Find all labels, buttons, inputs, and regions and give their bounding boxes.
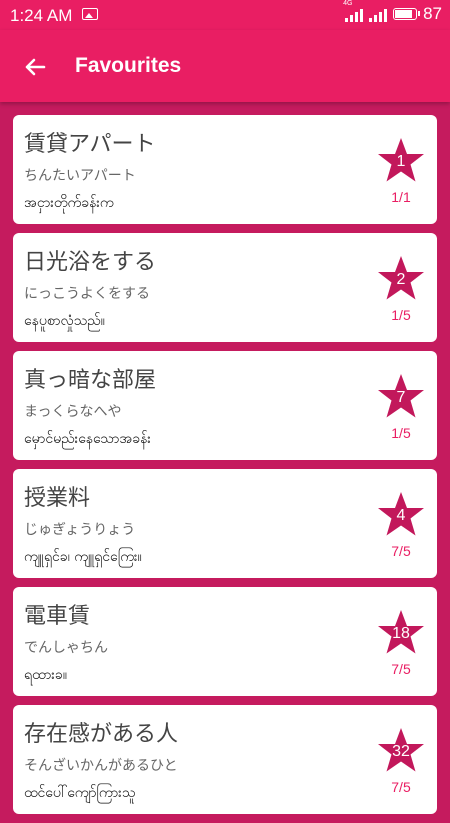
favourite-ratio: 1/1: [391, 189, 411, 205]
kana-text: そんざいかんがあるひと: [24, 758, 178, 774]
kana-text: にっこうよくをする: [24, 286, 150, 302]
kanji-text: 電車賃: [24, 604, 91, 629]
kana-text: ちんたいアパート: [24, 168, 136, 184]
favourite-ratio: 7/5: [391, 661, 411, 677]
favourite-card[interactable]: 日光浴をするにっこうよくをする နေပူစာလှုံသည်။ 2 1/5: [13, 233, 437, 342]
app-bar: Favourites: [0, 30, 450, 102]
favourite-count: 32: [392, 743, 410, 760]
battery-level: 87: [423, 4, 442, 23]
favourite-card[interactable]: 電車賃でんしゃちん ရထားခ။ 18 7/5: [13, 587, 437, 696]
favourite-card[interactable]: 真っ暗な部屋まっくらなへや မှောင်မည်းနေသောအခန်း 7 1/5: [13, 351, 437, 460]
meaning-text: ကျူရှင်ခ၊ ကျူရှင်ကြေး။: [24, 549, 142, 565]
star-icon[interactable]: 7: [377, 373, 425, 419]
status-right: 4G 87: [343, 0, 442, 24]
star-icon[interactable]: 4: [377, 491, 425, 537]
meaning-text: မှောင်မည်းနေသောအခန်း: [24, 431, 151, 447]
favourite-ratio: 1/5: [391, 307, 411, 323]
battery-icon: [393, 8, 421, 20]
favourite-count: 7: [396, 389, 406, 406]
star-icon[interactable]: 18: [377, 609, 425, 655]
kanji-text: 存在感がある人: [24, 722, 179, 747]
meaning-text: အငှားတိုက်ခန်းက: [24, 195, 114, 211]
favourite-count: 18: [392, 625, 410, 642]
meaning-text: နေပူစာလှုံသည်။: [24, 313, 105, 329]
kana-text: でんしゃちん: [24, 640, 108, 656]
star-icon[interactable]: 2: [377, 255, 425, 301]
favourite-count: 2: [396, 271, 406, 288]
kana-text: じゅぎょうりょう: [24, 522, 136, 538]
favourites-list: 賃貸アパートちんたいアパート အငှားတိုက်ခန်းက 1 1/1 日光浴をするに…: [13, 115, 437, 823]
kanji-text: 授業料: [24, 486, 91, 511]
meaning-text: ရထားခ။: [24, 667, 67, 683]
kanji-text: 日光浴をする: [24, 250, 157, 275]
favourite-ratio: 7/5: [391, 779, 411, 795]
arrow-back-icon[interactable]: [20, 52, 50, 82]
kanji-text: 賃貸アパート: [24, 132, 156, 157]
image-icon: [82, 8, 98, 20]
favourite-card[interactable]: 授業料じゅぎょうりょう ကျူရှင်ခ၊ ကျူရှင်ကြေး။ 4 7/5: [13, 469, 437, 578]
favourite-count: 4: [396, 507, 406, 524]
status-bar: 1:24 AM 4G 87: [0, 0, 450, 30]
kanji-text: 真っ暗な部屋: [24, 368, 157, 393]
star-icon[interactable]: 32: [377, 727, 425, 773]
favourite-ratio: 7/5: [391, 543, 411, 559]
star-icon[interactable]: 1: [377, 137, 425, 183]
page-title: Favourites: [75, 54, 182, 77]
network-type: 4G: [343, 0, 353, 7]
favourite-count: 1: [396, 153, 406, 170]
favourite-ratio: 1/5: [391, 425, 411, 441]
favourite-card[interactable]: 存在感がある人そんざいかんがあるひと ထင်ပေါ်ကျော်ကြားသူ 32 7/…: [13, 705, 437, 814]
favourite-card[interactable]: 賃貸アパートちんたいアパート အငှားတိုက်ခန်းက 1 1/1: [13, 115, 437, 224]
kana-text: まっくらなへや: [24, 404, 122, 420]
meaning-text: ထင်ပေါ်ကျော်ကြားသူ: [24, 785, 136, 801]
signal-icon: [369, 6, 388, 22]
status-time: 1:24 AM: [10, 6, 73, 25]
signal-icon: 4G: [343, 0, 364, 22]
